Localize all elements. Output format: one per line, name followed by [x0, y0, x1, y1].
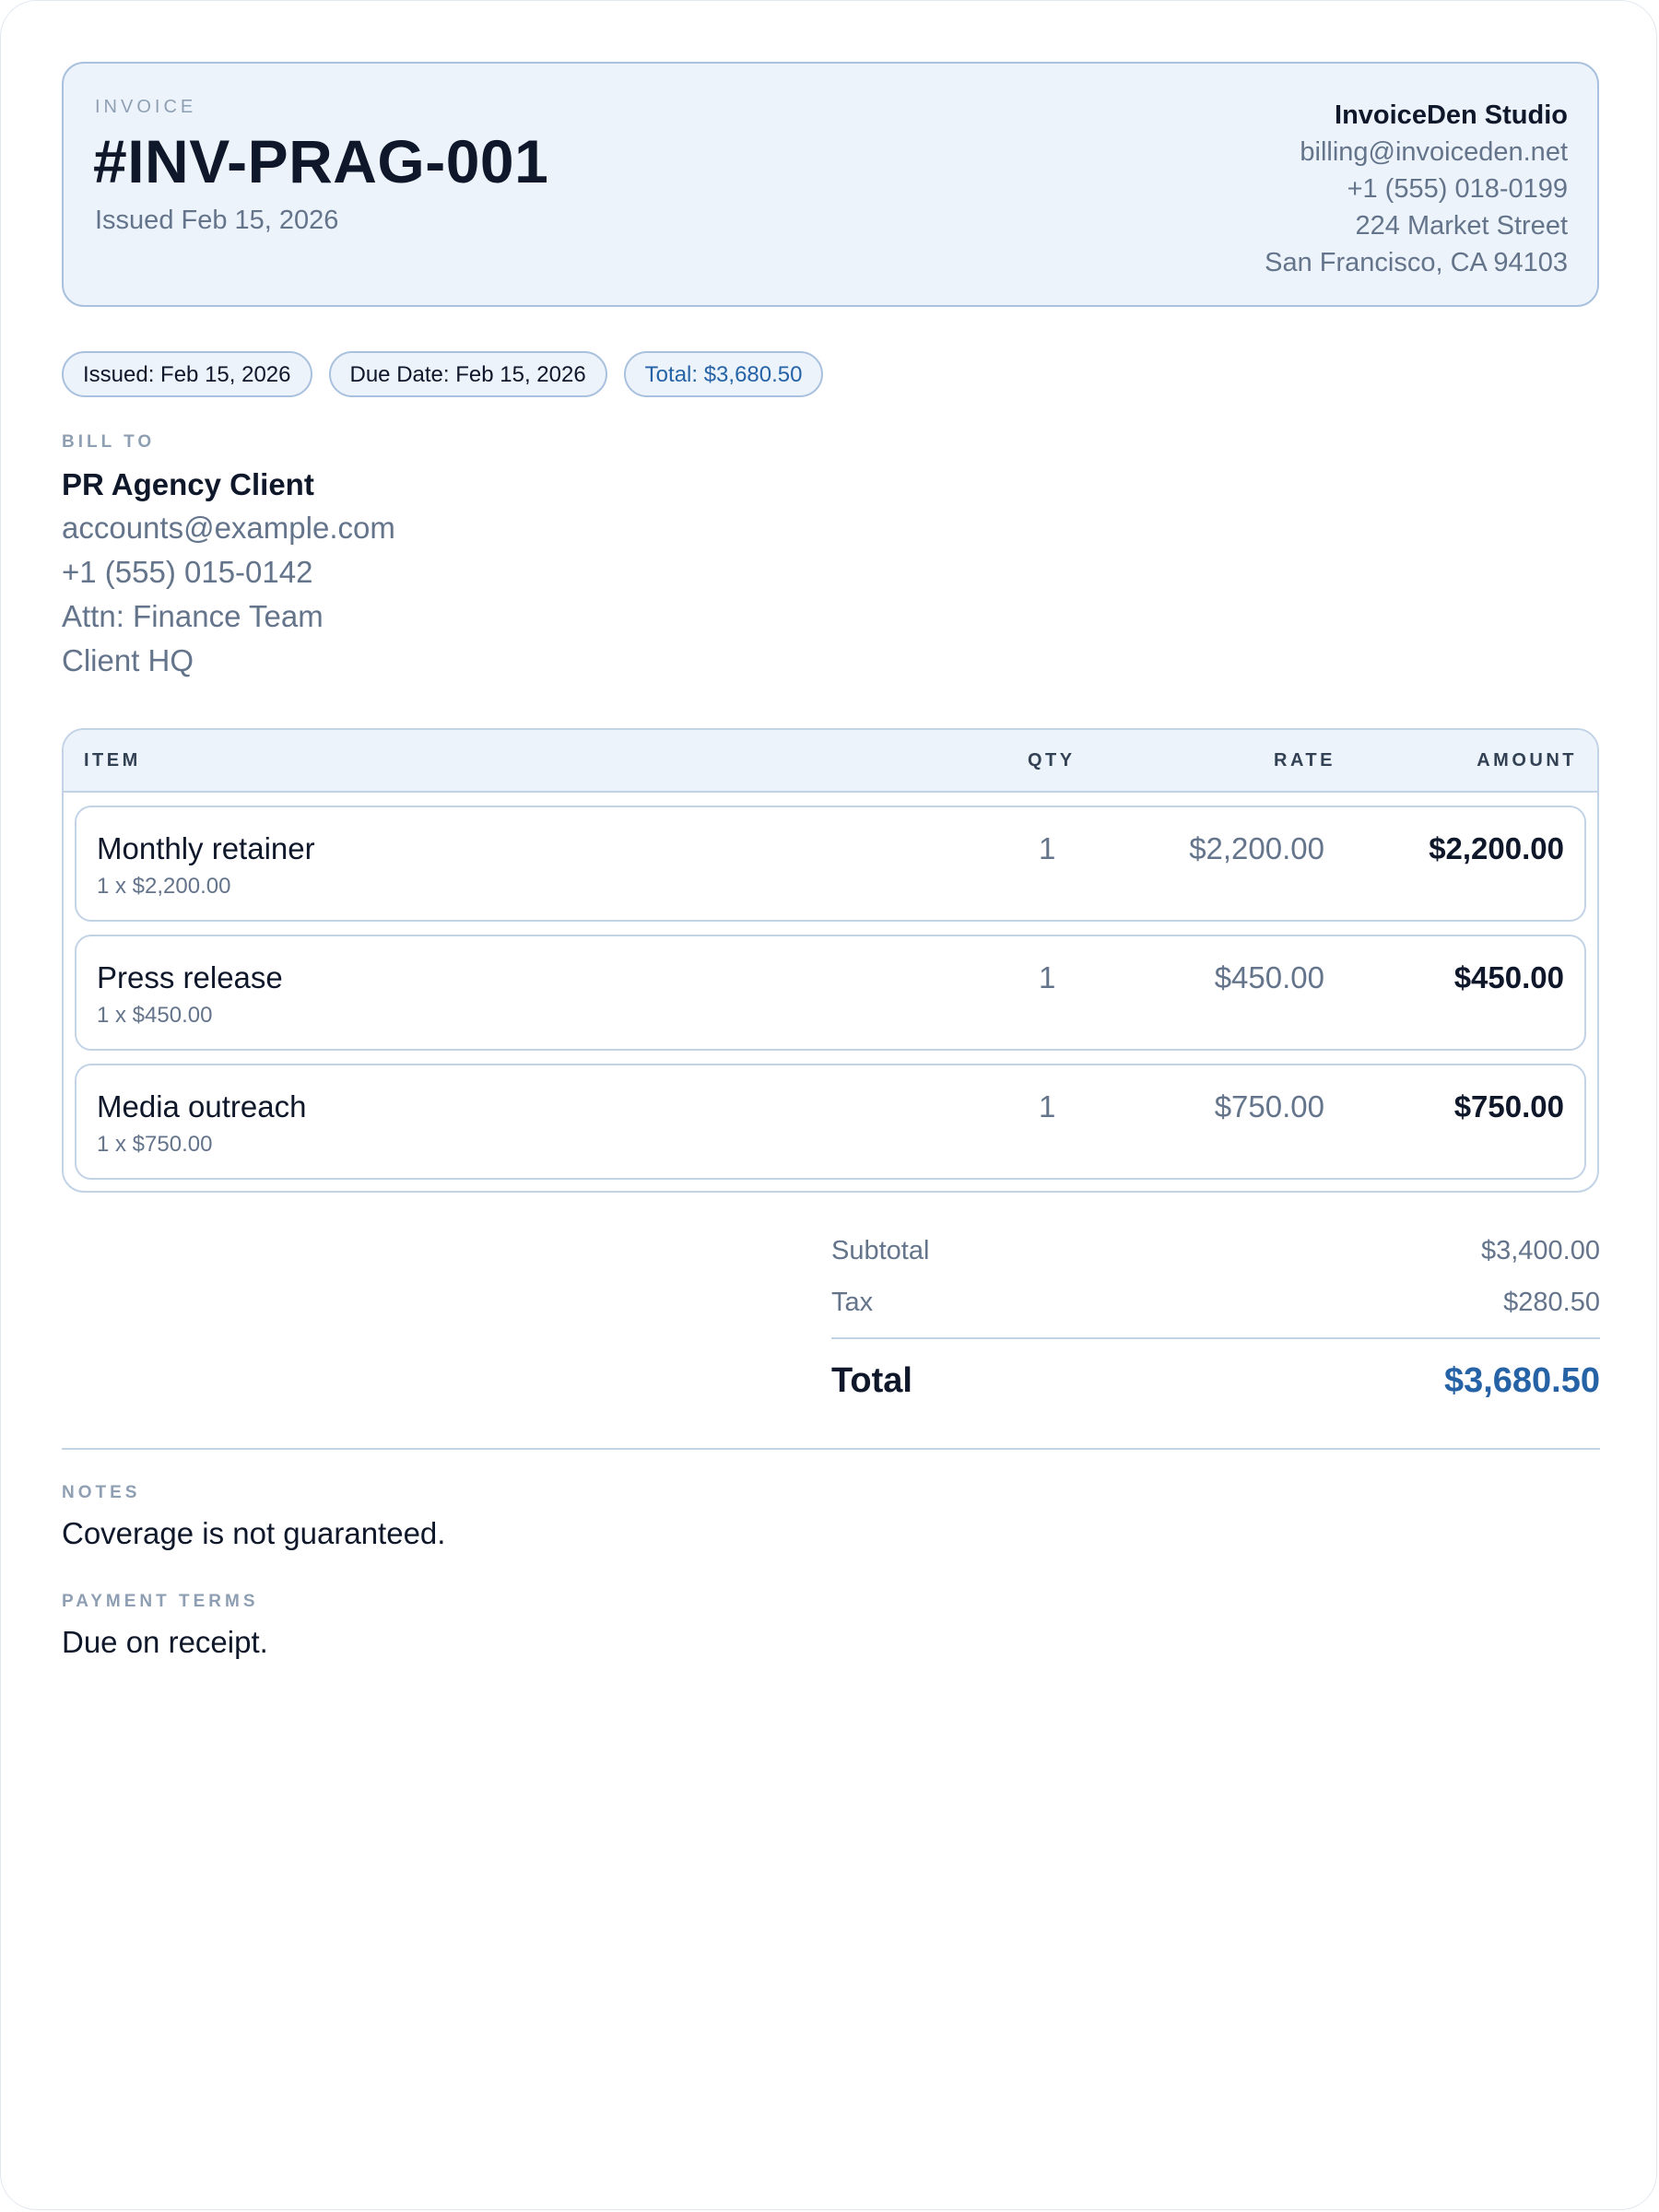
total-row: Total $3,680.50 [831, 1339, 1600, 1422]
table-row: Media outreach 1 x $750.00 1 $750.00 $75… [75, 1064, 1586, 1180]
company-email[interactable]: billing@invoiceden.net [1265, 134, 1568, 171]
table-row: Monthly retainer 1 x $2,200.00 1 $2,200.… [75, 806, 1586, 922]
tax-row: Tax $280.50 [831, 1286, 1600, 1337]
summary-pills: Issued: Feb 15, 2026 Due Date: Feb 15, 2… [62, 351, 824, 397]
company-block: InvoiceDen Studio billing@invoiceden.net… [1265, 97, 1568, 281]
client-name: PR Agency Client [62, 467, 314, 501]
item-rate: $2,200.00 [1189, 831, 1324, 865]
item-amount: $750.00 [1453, 1089, 1564, 1124]
item-title: Monthly retainer [97, 831, 315, 865]
notes-label: NOTES [62, 1483, 141, 1502]
invoice-issued-date: Issued Feb 15, 2026 [95, 206, 339, 235]
section-divider [62, 1448, 1600, 1450]
client-attn: Attn: Finance Team [62, 599, 324, 633]
item-rate: $450.00 [1214, 960, 1324, 994]
column-header-item: ITEM [84, 750, 141, 771]
item-qty: 1 [1039, 831, 1056, 865]
tax-label: Tax [831, 1288, 874, 1317]
item-qty: 1 [1039, 1089, 1056, 1124]
table-row: Press release 1 x $450.00 1 $450.00 $450… [75, 935, 1586, 1051]
item-rate: $750.00 [1214, 1089, 1324, 1124]
notes-text: Coverage is not guaranteed. [62, 1516, 446, 1550]
column-header-amount: AMOUNT [1477, 750, 1577, 771]
total-value: $3,680.50 [1443, 1361, 1600, 1400]
total-label: Total [831, 1361, 912, 1400]
payment-terms-text: Due on receipt. [62, 1625, 268, 1659]
item-subtitle: 1 x $450.00 [97, 1003, 213, 1028]
invoice-header-card: INVOICE #INV-PRAG-001 Issued Feb 15, 202… [62, 62, 1599, 307]
item-title: Press release [97, 960, 283, 994]
company-phone: +1 (555) 018-0199 [1347, 174, 1568, 204]
subtotal-row: Subtotal $3,400.00 [831, 1234, 1600, 1286]
item-subtitle: 1 x $2,200.00 [97, 874, 231, 899]
subtotal-value: $3,400.00 [1480, 1236, 1600, 1265]
column-header-qty: QTY [1028, 750, 1076, 771]
bill-to-section: BILL TO PR Agency Client accounts@exampl… [62, 432, 395, 679]
invoice-page: INVOICE #INV-PRAG-001 Issued Feb 15, 202… [0, 0, 1657, 2210]
bill-to-label: BILL TO [62, 432, 156, 452]
line-items-table: ITEM QTY RATE AMOUNT Monthly retainer 1 … [62, 728, 1599, 1193]
item-qty: 1 [1039, 960, 1056, 994]
column-header-rate: RATE [1274, 750, 1335, 771]
due-date-pill: Due Date: Feb 15, 2026 [328, 351, 607, 397]
client-email[interactable]: accounts@example.com [62, 510, 395, 547]
item-title: Media outreach [97, 1089, 307, 1124]
invoice-number: #INV-PRAG-001 [93, 127, 549, 195]
issued-pill: Issued: Feb 15, 2026 [62, 351, 312, 397]
client-phone: +1 (555) 015-0142 [62, 555, 313, 589]
totals-block: Subtotal $3,400.00 Tax $280.50 Total $3,… [831, 1234, 1600, 1422]
client-location: Client HQ [62, 643, 194, 677]
tax-value: $280.50 [1503, 1288, 1600, 1317]
company-city: San Francisco, CA 94103 [1265, 248, 1568, 277]
payment-terms-section: PAYMENT TERMS Due on receipt. [62, 1592, 268, 1660]
subtotal-label: Subtotal [831, 1236, 930, 1265]
item-amount: $2,200.00 [1429, 831, 1564, 865]
company-street: 224 Market Street [1355, 211, 1569, 241]
item-subtitle: 1 x $750.00 [97, 1132, 213, 1157]
item-amount: $450.00 [1453, 960, 1564, 994]
company-name: InvoiceDen Studio [1335, 100, 1568, 130]
payment-terms-label: PAYMENT TERMS [62, 1592, 259, 1611]
table-header: ITEM QTY RATE AMOUNT [64, 730, 1597, 793]
total-pill: Total: $3,680.50 [623, 351, 824, 397]
invoice-label: INVOICE [95, 97, 197, 117]
notes-section: NOTES Coverage is not guaranteed. [62, 1483, 445, 1551]
